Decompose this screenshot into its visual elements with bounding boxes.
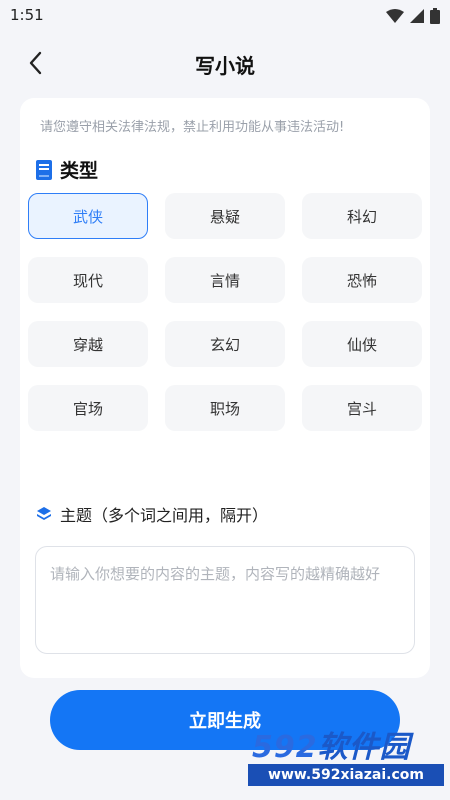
layers-icon <box>37 507 51 520</box>
topic-input-placeholder: 请输入你想要的内容的主题，内容写的越精确越好 <box>50 565 381 583</box>
type-option-xiandai[interactable]: 现代 <box>28 257 148 303</box>
type-option-xianxia[interactable]: 仙侠 <box>302 321 422 367</box>
type-option-wuxia[interactable]: 武侠 <box>28 193 148 239</box>
status-time: 1:51 <box>10 6 44 24</box>
type-section-label: 类型 <box>60 160 99 182</box>
type-option-xuanyi[interactable]: 悬疑 <box>165 193 285 239</box>
battery-icon <box>430 8 440 24</box>
watermark-brand-text: 软件园 <box>317 730 411 765</box>
legal-notice: 请您遵守相关法律法规，禁止利用功能从事违法活动! <box>40 120 345 135</box>
type-option-zhichang[interactable]: 职场 <box>165 385 285 431</box>
type-option-chuanyue[interactable]: 穿越 <box>28 321 148 367</box>
topic-input[interactable]: 请输入你想要的内容的主题，内容写的越精确越好 <box>35 546 415 654</box>
type-option-yanqing[interactable]: 言情 <box>165 257 285 303</box>
watermark-brand-number: 592 <box>252 730 318 765</box>
signal-icon <box>410 9 424 23</box>
type-section-header: 类型 <box>36 156 98 183</box>
topic-section-header: 主题（多个词之间用，隔开） <box>36 502 268 526</box>
type-option-gongdou[interactable]: 宫斗 <box>302 385 422 431</box>
book-icon <box>36 159 52 180</box>
app-header: 写小说 <box>0 34 450 92</box>
type-option-kehuan[interactable]: 科幻 <box>302 193 422 239</box>
watermark-brand: 592软件园 <box>252 722 411 766</box>
wifi-icon <box>386 9 404 23</box>
type-option-xuanhuan[interactable]: 玄幻 <box>165 321 285 367</box>
site-watermark: 592软件园 www.592xiazai.com <box>246 722 446 792</box>
type-option-guanchang[interactable]: 官场 <box>28 385 148 431</box>
content-card: 请您遵守相关法律法规，禁止利用功能从事违法活动! 类型 武侠 悬疑 科幻 现代 … <box>20 98 430 678</box>
topic-section-label: 主题（多个词之间用，隔开） <box>60 506 269 525</box>
status-bar: 1:51 <box>0 0 450 32</box>
status-icons <box>386 8 440 24</box>
watermark-url: www.592xiazai.com <box>248 764 444 786</box>
page-title: 写小说 <box>195 54 255 78</box>
type-option-kongbu[interactable]: 恐怖 <box>302 257 422 303</box>
